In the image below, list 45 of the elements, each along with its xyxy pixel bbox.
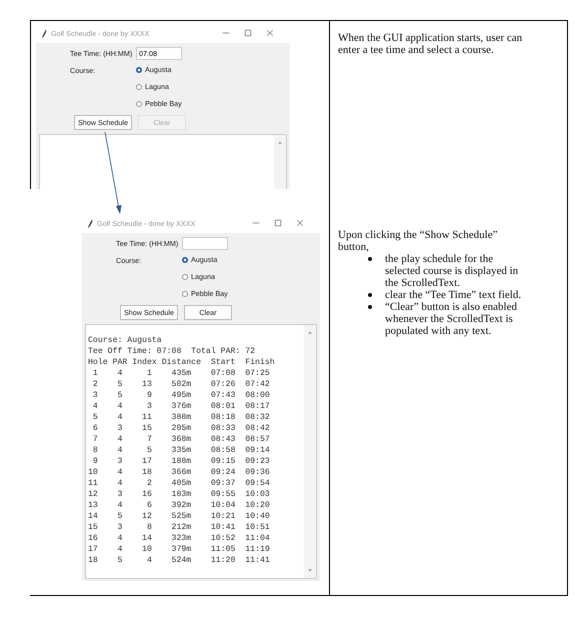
radio-button[interactable]: [182, 274, 188, 280]
output-line: Tee Off Time: 07:08 Total PAR: 72: [88, 346, 256, 357]
scroll-down-icon[interactable]: [308, 569, 312, 572]
output-line: 15 3 8 212m 10:41 10:51: [88, 522, 270, 533]
output-line: 6 3 15 205m 08:33 08:42: [92, 423, 270, 434]
output-line: 1 4 1 435m 07:08 07:25: [92, 368, 270, 379]
output-line: 10 4 18 366m 09:24 09:36: [88, 467, 270, 478]
bullet-icon: [368, 257, 372, 261]
scrolled-text[interactable]: [85, 324, 317, 579]
bullet-icon: [368, 293, 372, 297]
output-line: 11 4 2 405m 09:37 09:54: [88, 478, 270, 489]
bullet-text: “Clear” button is also enabled whenever the ScrolledText is populated with any text.: [385, 301, 518, 337]
feather-icon: [88, 218, 93, 228]
close-icon[interactable]: [266, 29, 274, 37]
output-line: 9 3 17 188m 09:15 09:23: [92, 456, 270, 467]
close-icon[interactable]: [296, 219, 304, 227]
bullet-text: the play schedule for the selected course is displayed in the ScrolledText.: [385, 253, 520, 289]
description-text: When the GUI application starts, user can enter a tee time and select a course.: [338, 32, 524, 56]
radio-button[interactable]: [136, 67, 142, 73]
output-line: 16 4 14 323m 10:52 11:04: [88, 533, 270, 544]
output-line: 13 4 6 392m 10:04 10:20: [88, 500, 270, 511]
tee-time-field[interactable]: [182, 237, 228, 250]
output-line: 3 5 9 495m 07:43 08:00: [92, 390, 270, 401]
feather-icon: [42, 28, 47, 38]
bullet-icon: [368, 305, 372, 309]
scroll-up-icon[interactable]: [278, 141, 282, 144]
output-line: 2 5 13 502m 07:26 07:42: [92, 379, 270, 390]
bullet-text: clear the “Tee Time” text field.: [385, 289, 522, 301]
maximize-icon[interactable]: [244, 29, 252, 37]
output-line: 8 4 5 335m 08:58 09:14: [92, 445, 270, 456]
output-line: 12 3 16 183m 09:55 10:03: [88, 489, 270, 500]
output-line: 4 4 3 376m 08:01 08:17: [92, 401, 270, 412]
radio-button[interactable]: [182, 257, 188, 263]
output-line: 17 4 10 379m 11:05 11:19: [88, 544, 270, 555]
scroll-up-icon[interactable]: [308, 331, 312, 334]
output-line: 18 5 4 524m 11:20 11:41: [88, 555, 270, 566]
output-line: Course: Augusta: [88, 335, 162, 346]
radio-button[interactable]: [136, 101, 142, 107]
radio-button[interactable]: [182, 291, 188, 297]
output-line: 14 5 12 525m 10:21 10:40: [88, 511, 270, 522]
output-line: 7 4 7 368m 08:43 08:57: [92, 434, 270, 445]
radio-button[interactable]: [136, 84, 142, 90]
output-line: 5 4 11 388m 08:18 08:32: [92, 412, 270, 423]
maximize-icon[interactable]: [274, 219, 282, 227]
output-line: Hole PAR Index Distance Start Finish: [88, 357, 275, 368]
